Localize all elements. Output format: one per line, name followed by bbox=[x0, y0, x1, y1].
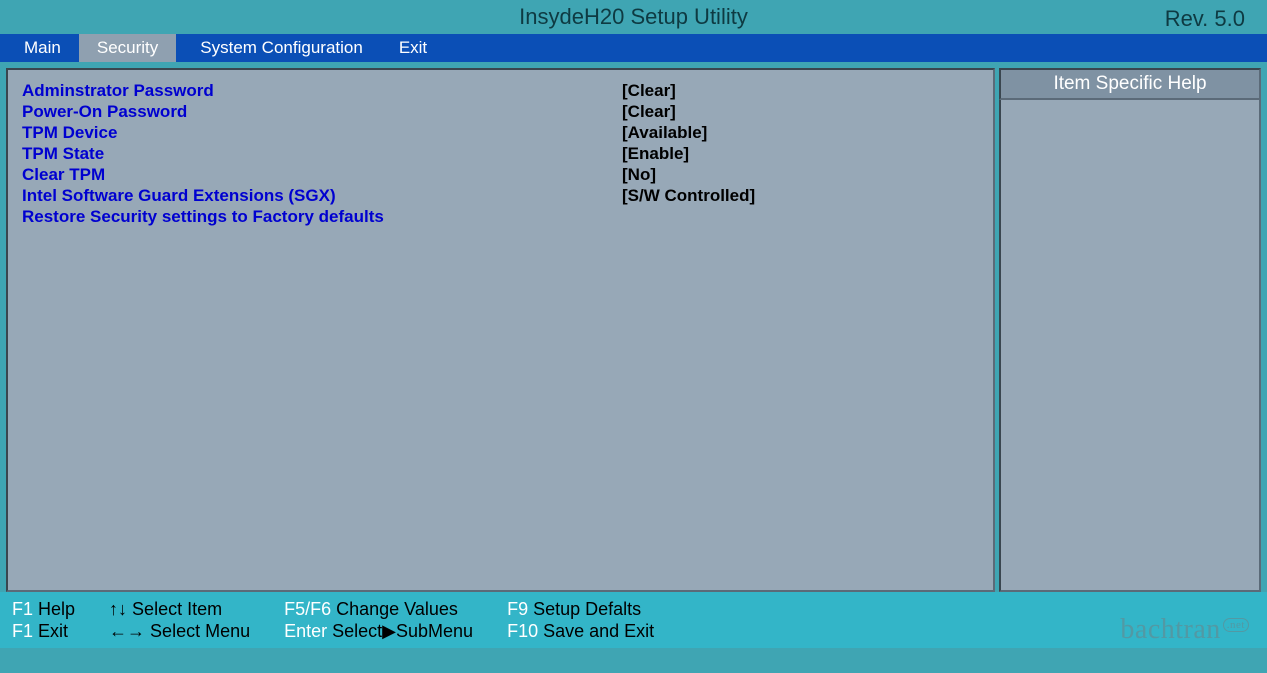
tab-exit[interactable]: Exit bbox=[381, 34, 445, 62]
setting-sgx[interactable]: Intel Software Guard Extensions (SGX) bbox=[22, 185, 622, 206]
help-body bbox=[999, 100, 1261, 592]
label-select-item: Select Item bbox=[127, 599, 222, 619]
menu-bar: Main Security System Configuration Exit bbox=[0, 34, 1267, 62]
help-header: Item Specific Help bbox=[999, 68, 1261, 100]
setting-admin-password[interactable]: Adminstrator Password bbox=[22, 80, 622, 101]
app-title: InsydeH20 Setup Utility bbox=[519, 4, 748, 30]
footer-col-3: F5/F6 Change Values Enter Select▶SubMenu bbox=[284, 598, 473, 648]
label-help: Help bbox=[33, 599, 75, 619]
value-tpm-device[interactable]: [Available] bbox=[622, 122, 979, 143]
tab-main[interactable]: Main bbox=[6, 34, 79, 62]
setting-clear-tpm[interactable]: Clear TPM bbox=[22, 164, 622, 185]
setting-power-on-password[interactable]: Power-On Password bbox=[22, 101, 622, 122]
value-sgx[interactable]: [S/W Controlled] bbox=[622, 185, 979, 206]
footer-bar: F1 Help F1 Exit ↑↓ Select Item ←→ Select… bbox=[0, 592, 1267, 648]
label-select-menu: Select Menu bbox=[145, 621, 250, 641]
key-enter: Enter bbox=[284, 621, 327, 641]
label-save-exit: Save and Exit bbox=[538, 621, 654, 641]
key-f5f6: F5/F6 bbox=[284, 599, 331, 619]
label-setup-defaults: Setup Defalts bbox=[528, 599, 641, 619]
footer-col-1: F1 Help F1 Exit bbox=[12, 598, 75, 648]
title-bar: InsydeH20 Setup Utility Rev. 5.0 bbox=[0, 0, 1267, 34]
leftright-arrows-icon: ←→ bbox=[109, 621, 145, 641]
tab-system-configuration[interactable]: System Configuration bbox=[182, 34, 381, 62]
key-f1-help: F1 bbox=[12, 599, 33, 619]
tab-security[interactable]: Security bbox=[79, 34, 176, 62]
key-f1-exit: F1 bbox=[12, 621, 33, 641]
value-clear-tpm[interactable]: [No] bbox=[622, 164, 979, 185]
value-tpm-state[interactable]: [Enable] bbox=[622, 143, 979, 164]
watermark-text: bachtran bbox=[1120, 614, 1220, 645]
value-admin-password[interactable]: [Clear] bbox=[622, 80, 979, 101]
revision-label: Rev. 5.0 bbox=[1165, 6, 1245, 32]
label-select-submenu: Select▶SubMenu bbox=[327, 621, 473, 641]
setting-tpm-device[interactable]: TPM Device bbox=[22, 122, 622, 143]
settings-panel: Adminstrator Password Power-On Password … bbox=[6, 68, 995, 592]
watermark: bachtran.net bbox=[1120, 614, 1249, 646]
setting-restore-defaults[interactable]: Restore Security settings to Factory def… bbox=[22, 206, 622, 227]
updown-arrows-icon: ↑↓ bbox=[109, 599, 127, 619]
watermark-suffix: .net bbox=[1223, 618, 1249, 632]
key-f9: F9 bbox=[507, 599, 528, 619]
footer-col-4: F9 Setup Defalts F10 Save and Exit bbox=[507, 598, 654, 648]
setting-tpm-state[interactable]: TPM State bbox=[22, 143, 622, 164]
label-exit: Exit bbox=[33, 621, 68, 641]
key-f10: F10 bbox=[507, 621, 538, 641]
label-change-values: Change Values bbox=[331, 599, 458, 619]
value-power-on-password[interactable]: [Clear] bbox=[622, 101, 979, 122]
footer-col-2: ↑↓ Select Item ←→ Select Menu bbox=[109, 598, 250, 648]
